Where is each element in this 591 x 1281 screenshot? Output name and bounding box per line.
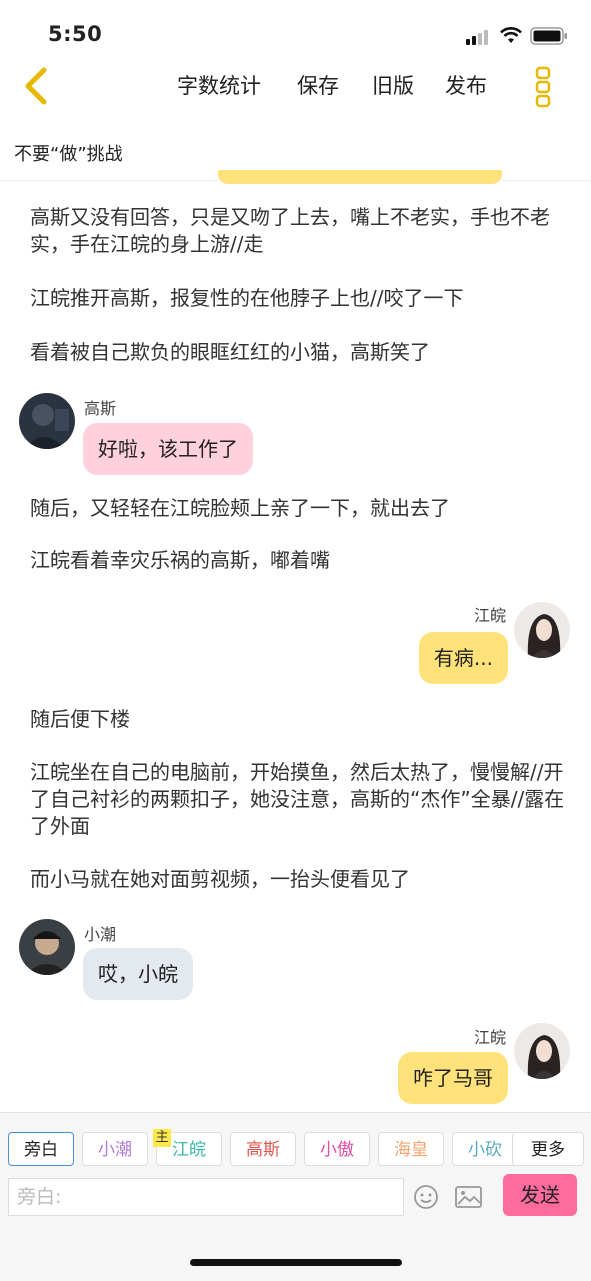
- back-chevron-icon[interactable]: [22, 66, 52, 106]
- avatar-jiangwan[interactable]: [514, 1023, 570, 1079]
- avatar-gaosi[interactable]: [19, 393, 75, 449]
- partial-bubble: [218, 170, 502, 184]
- character-chip-haihuang[interactable]: 海皇: [378, 1132, 444, 1166]
- chat-bubble[interactable]: 哎，小皖: [83, 948, 193, 1000]
- old-version-button[interactable]: 旧版: [372, 70, 414, 100]
- battery-icon: [530, 27, 567, 45]
- character-chip-xiaochao[interactable]: 小潮: [82, 1132, 148, 1166]
- chat-bubble[interactable]: 有病...: [418, 632, 508, 684]
- dialogue-input[interactable]: 旁白:: [8, 1178, 404, 1216]
- narration-text[interactable]: 江皖推开高斯，报复性的在他脖子上也//咬了一下: [30, 285, 570, 312]
- cellular-signal-icon: [466, 30, 488, 45]
- more-characters-button[interactable]: 更多: [512, 1132, 584, 1166]
- narration-text[interactable]: 江皖看着幸灾乐祸的高斯，嘟着嘴: [30, 547, 570, 574]
- chat-bubble[interactable]: 咋了马哥: [398, 1052, 508, 1104]
- status-time: 5:50: [48, 22, 103, 46]
- top-nav-bar: 字数统计 保存 旧版 发布: [0, 62, 591, 112]
- speaker-name: 小潮: [84, 925, 117, 944]
- avatar-image: [19, 393, 75, 449]
- wifi-icon: [500, 27, 522, 43]
- image-icon[interactable]: [455, 1185, 482, 1209]
- narration-text[interactable]: 随后，又轻轻在江皖脸颊上亲了一下，就出去了: [30, 495, 570, 522]
- status-bar: 5:50: [0, 0, 591, 62]
- narration-text[interactable]: 随后便下楼: [30, 706, 570, 733]
- speaker-name: 江皖: [473, 1028, 506, 1047]
- character-chip-gaosi[interactable]: 高斯: [230, 1132, 296, 1166]
- avatar-xiaochao[interactable]: [19, 919, 75, 975]
- save-button[interactable]: 保存: [297, 70, 339, 100]
- send-button[interactable]: 发送: [503, 1174, 577, 1216]
- publish-button[interactable]: 发布: [445, 70, 487, 100]
- more-options-icon[interactable]: [534, 66, 554, 108]
- protagonist-badge: 主: [153, 1129, 171, 1147]
- avatar-image: [514, 602, 570, 658]
- narration-text[interactable]: 而小马就在她对面剪视频，一抬头便看见了: [30, 866, 570, 893]
- home-indicator: [190, 1259, 402, 1266]
- narration-text[interactable]: 看着被自己欺负的眼眶红红的小猫，高斯笑了: [30, 339, 570, 366]
- avatar-jiangwan[interactable]: [514, 602, 570, 658]
- avatar-image: [19, 919, 75, 975]
- narration-text[interactable]: 江皖坐在自己的电脑前，开始摸鱼，然后太热了，慢慢解//开了自己衬衫的两颗扣子，她…: [30, 759, 570, 840]
- narration-text[interactable]: 高斯又没有回答，只是又吻了上去，嘴上不老实，手也不老实，手在江皖的身上游//走: [30, 204, 570, 258]
- character-chip-xiaokan[interactable]: 小砍: [452, 1132, 518, 1166]
- emoji-icon[interactable]: [413, 1184, 439, 1210]
- character-chip-narrator[interactable]: 旁白: [8, 1132, 74, 1166]
- speaker-name: 江皖: [473, 606, 506, 625]
- story-title[interactable]: 不要“做”挑战: [14, 140, 123, 166]
- character-chip-xiaoao[interactable]: 小傲: [304, 1132, 370, 1166]
- chat-bubble[interactable]: 好啦，该工作了: [83, 423, 253, 475]
- word-count-button[interactable]: 字数统计: [177, 70, 261, 100]
- speaker-name: 高斯: [84, 399, 117, 418]
- avatar-image: [514, 1023, 570, 1079]
